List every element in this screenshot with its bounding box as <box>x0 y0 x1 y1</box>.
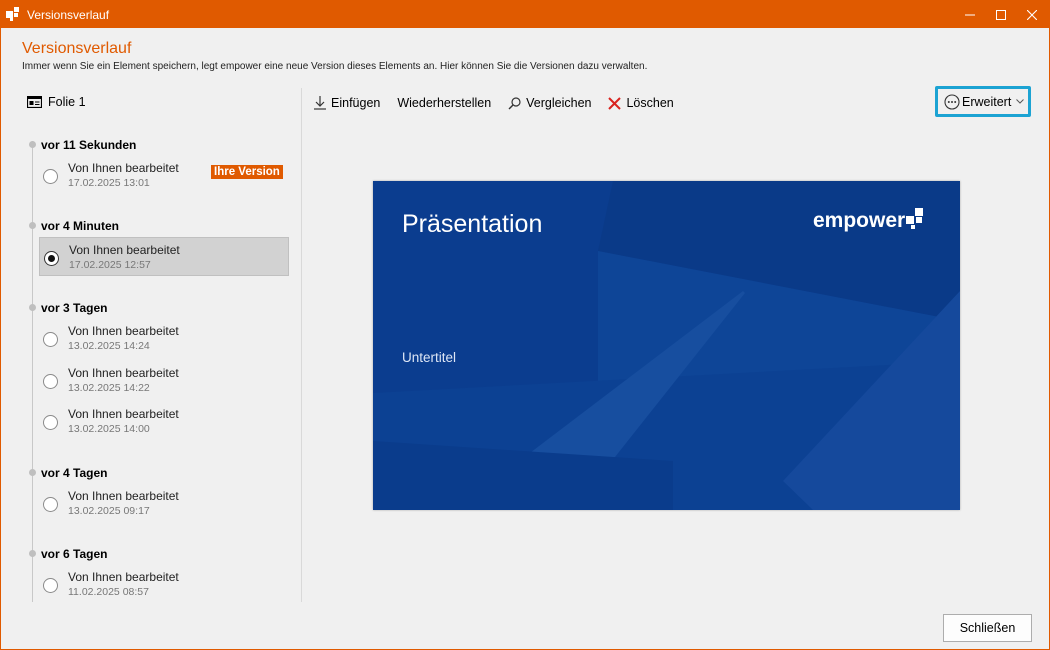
element-label: Folie 1 <box>27 95 86 109</box>
close-icon <box>1027 9 1037 20</box>
title-bar[interactable]: Versionsverlauf <box>1 1 1049 28</box>
logo-text: empower <box>813 209 906 232</box>
page-description: Immer wenn Sie ein Element speichern, le… <box>22 61 648 72</box>
slide-title: Präsentation <box>402 210 543 238</box>
close-button[interactable]: Schließen <box>943 614 1032 642</box>
version-title: Von Ihnen bearbeitet <box>68 366 179 380</box>
version-radio[interactable] <box>43 578 58 593</box>
version-date: 13.02.2025 09:17 <box>68 505 150 517</box>
version-entry[interactable]: Von Ihnen bearbeitet 13.02.2025 14:24 <box>39 319 289 358</box>
compare-button[interactable]: Vergleichen <box>508 93 591 113</box>
version-title: Von Ihnen bearbeitet <box>68 161 179 175</box>
version-radio[interactable] <box>43 374 58 389</box>
slide-icon <box>27 96 42 108</box>
timeline-line <box>32 141 33 602</box>
timeline-dot <box>29 222 36 229</box>
search-icon <box>508 96 521 109</box>
empower-logo-icon <box>906 208 924 229</box>
advanced-label: Erweitert <box>962 94 1012 109</box>
delete-x-icon <box>608 96 622 110</box>
more-options-icon <box>944 93 960 110</box>
insert-label: Einfügen <box>331 96 381 110</box>
maximize-button[interactable] <box>984 1 1018 28</box>
empower-app-icon <box>6 7 19 21</box>
delete-button[interactable]: Löschen <box>608 93 674 113</box>
slide-preview: Präsentation Untertitel empower <box>373 181 960 510</box>
minimize-button[interactable] <box>953 1 987 28</box>
timeline-dot <box>29 469 36 476</box>
page-title: Versionsverlauf <box>22 40 132 57</box>
version-title: Von Ihnen bearbeitet <box>68 324 179 338</box>
version-title: Von Ihnen bearbeitet <box>68 407 179 421</box>
version-radio[interactable] <box>43 497 58 512</box>
close-window-button[interactable] <box>1015 1 1049 28</box>
maximize-icon <box>996 9 1006 20</box>
restore-label: Wiederherstellen <box>397 96 492 110</box>
version-radio[interactable] <box>43 169 58 184</box>
version-date: 13.02.2025 14:22 <box>68 382 150 394</box>
version-title: Von Ihnen bearbeitet <box>69 243 180 257</box>
current-version-badge: Ihre Version <box>211 165 283 179</box>
version-date: 17.02.2025 13:01 <box>68 177 150 189</box>
group-heading: vor 3 Tagen <box>41 301 108 315</box>
panel-divider <box>301 88 302 602</box>
timeline-dot <box>29 304 36 311</box>
insert-button[interactable]: Einfügen <box>314 93 380 113</box>
version-entry[interactable]: Von Ihnen bearbeitet 17.02.2025 12:57 <box>39 237 289 276</box>
version-date: 13.02.2025 14:24 <box>68 340 150 352</box>
toolbar: Einfügen Wiederherstellen Vergleichen Lö… <box>314 93 691 113</box>
window-title: Versionsverlauf <box>27 8 110 22</box>
timeline-dot <box>29 550 36 557</box>
version-entry[interactable]: Von Ihnen bearbeitet 11.02.2025 08:57 <box>39 565 289 604</box>
version-date: 17.02.2025 12:57 <box>69 259 151 271</box>
delete-label: Löschen <box>626 96 674 110</box>
minimize-icon <box>965 14 975 15</box>
group-heading: vor 11 Sekunden <box>41 138 137 152</box>
group-heading: vor 4 Tagen <box>41 466 108 480</box>
version-title: Von Ihnen bearbeitet <box>68 489 179 503</box>
empower-logo: empower <box>813 208 926 233</box>
version-radio[interactable] <box>43 332 58 347</box>
group-heading: vor 4 Minuten <box>41 219 120 233</box>
version-entry[interactable]: Von Ihnen bearbeitet 13.02.2025 14:00 <box>39 402 289 441</box>
version-radio[interactable] <box>43 415 58 430</box>
compare-label: Vergleichen <box>526 96 592 110</box>
element-name: Folie 1 <box>48 95 86 109</box>
version-date: 13.02.2025 14:00 <box>68 423 150 435</box>
group-heading: vor 6 Tagen <box>41 547 108 561</box>
version-entry[interactable]: Von Ihnen bearbeitet 17.02.2025 13:01 Ih… <box>39 156 289 195</box>
version-entry[interactable]: Von Ihnen bearbeitet 13.02.2025 09:17 <box>39 484 289 523</box>
slide-subtitle: Untertitel <box>402 350 457 365</box>
timeline-dot <box>29 141 36 148</box>
advanced-menu-button[interactable]: Erweitert <box>935 86 1031 117</box>
version-date: 11.02.2025 08:57 <box>68 586 149 598</box>
version-entry[interactable]: Von Ihnen bearbeitet 13.02.2025 14:22 <box>39 361 289 400</box>
version-title: Von Ihnen bearbeitet <box>68 570 179 584</box>
restore-button[interactable]: Wiederherstellen <box>397 93 491 113</box>
download-arrow-icon <box>314 96 326 110</box>
version-history-window: Versionsverlauf Versionsverlauf Immer we… <box>0 0 1050 650</box>
chevron-down-icon <box>1016 99 1025 104</box>
version-radio[interactable] <box>44 251 59 266</box>
